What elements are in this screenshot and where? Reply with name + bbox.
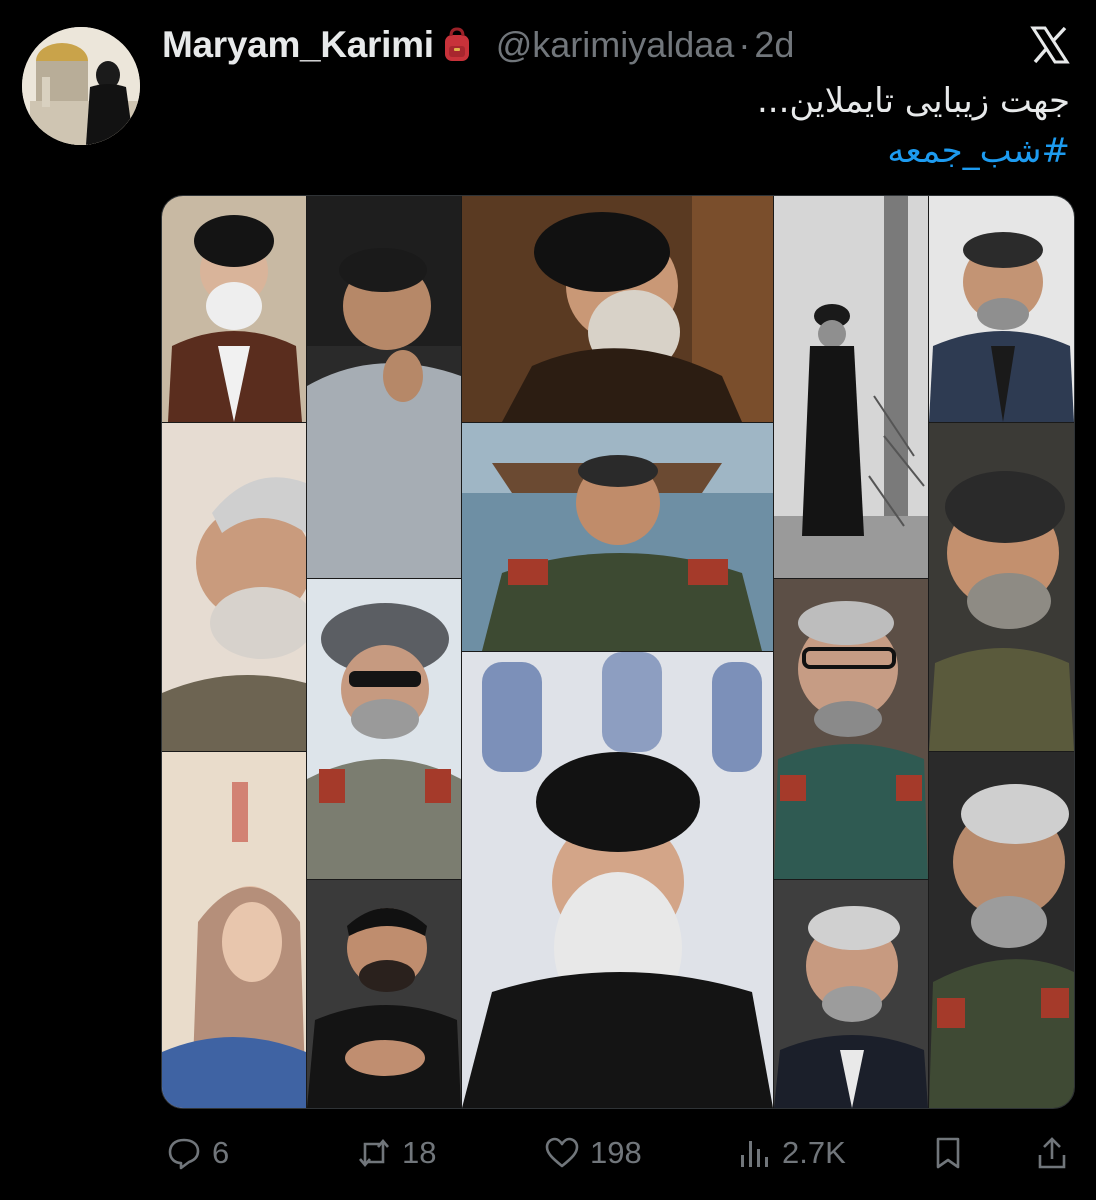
backpack-icon — [440, 27, 474, 63]
tweet-header: Maryam_Karimi @karimiyaldaa · 2d — [162, 22, 794, 68]
repost-icon — [356, 1135, 392, 1171]
share-icon — [1034, 1135, 1070, 1171]
photo-tile — [307, 579, 461, 879]
action-bar: 6 18 198 2.7K — [160, 1125, 1072, 1181]
photo-tile — [307, 196, 461, 578]
repost-button[interactable]: 18 — [356, 1131, 436, 1175]
photo-tile — [462, 196, 773, 422]
photo-tile — [774, 880, 928, 1108]
photo-tile — [162, 423, 306, 751]
tweet-card: Maryam_Karimi @karimiyaldaa · 2d جهت زیب… — [0, 0, 1096, 1200]
avatar-image — [22, 27, 140, 145]
tweet-text-line: جهت زیبایی تایملاین... — [757, 81, 1070, 121]
x-logo-icon[interactable] — [1030, 26, 1070, 64]
photo-tile — [929, 423, 1074, 751]
heart-icon — [544, 1135, 580, 1171]
tweet-text: جهت زیبایی تایملاین... #شب_جمعه — [190, 76, 1070, 176]
photo-tile — [774, 579, 928, 879]
share-button[interactable] — [1034, 1131, 1070, 1175]
like-button[interactable]: 198 — [544, 1131, 642, 1175]
hashtag-link[interactable]: #شب_جمعه — [190, 126, 1070, 176]
reply-icon — [166, 1135, 202, 1171]
timestamp[interactable]: 2d — [754, 24, 794, 66]
reply-button[interactable]: 6 — [166, 1131, 229, 1175]
views-count: 2.7K — [782, 1135, 846, 1170]
display-name[interactable]: Maryam_Karimi — [162, 24, 434, 66]
views-chart-icon — [736, 1135, 772, 1171]
bookmark-icon — [930, 1135, 966, 1171]
separator-dot: · — [738, 24, 751, 65]
photo-tile — [462, 423, 773, 651]
photo-tile — [929, 196, 1074, 422]
photo-tile — [929, 752, 1074, 1108]
photo-tile — [774, 196, 928, 578]
bookmark-button[interactable] — [930, 1131, 966, 1175]
photo-tile — [307, 880, 461, 1108]
handle[interactable]: @karimiyaldaa — [496, 24, 735, 66]
avatar[interactable] — [22, 27, 140, 145]
photo-tile — [162, 196, 306, 422]
photo-tile — [462, 652, 773, 1108]
photo-tile — [162, 752, 306, 1108]
like-count: 198 — [590, 1135, 642, 1170]
repost-count: 18 — [402, 1135, 437, 1170]
views-button[interactable]: 2.7K — [736, 1131, 846, 1175]
media-image[interactable] — [161, 195, 1075, 1109]
reply-count: 6 — [212, 1135, 230, 1170]
